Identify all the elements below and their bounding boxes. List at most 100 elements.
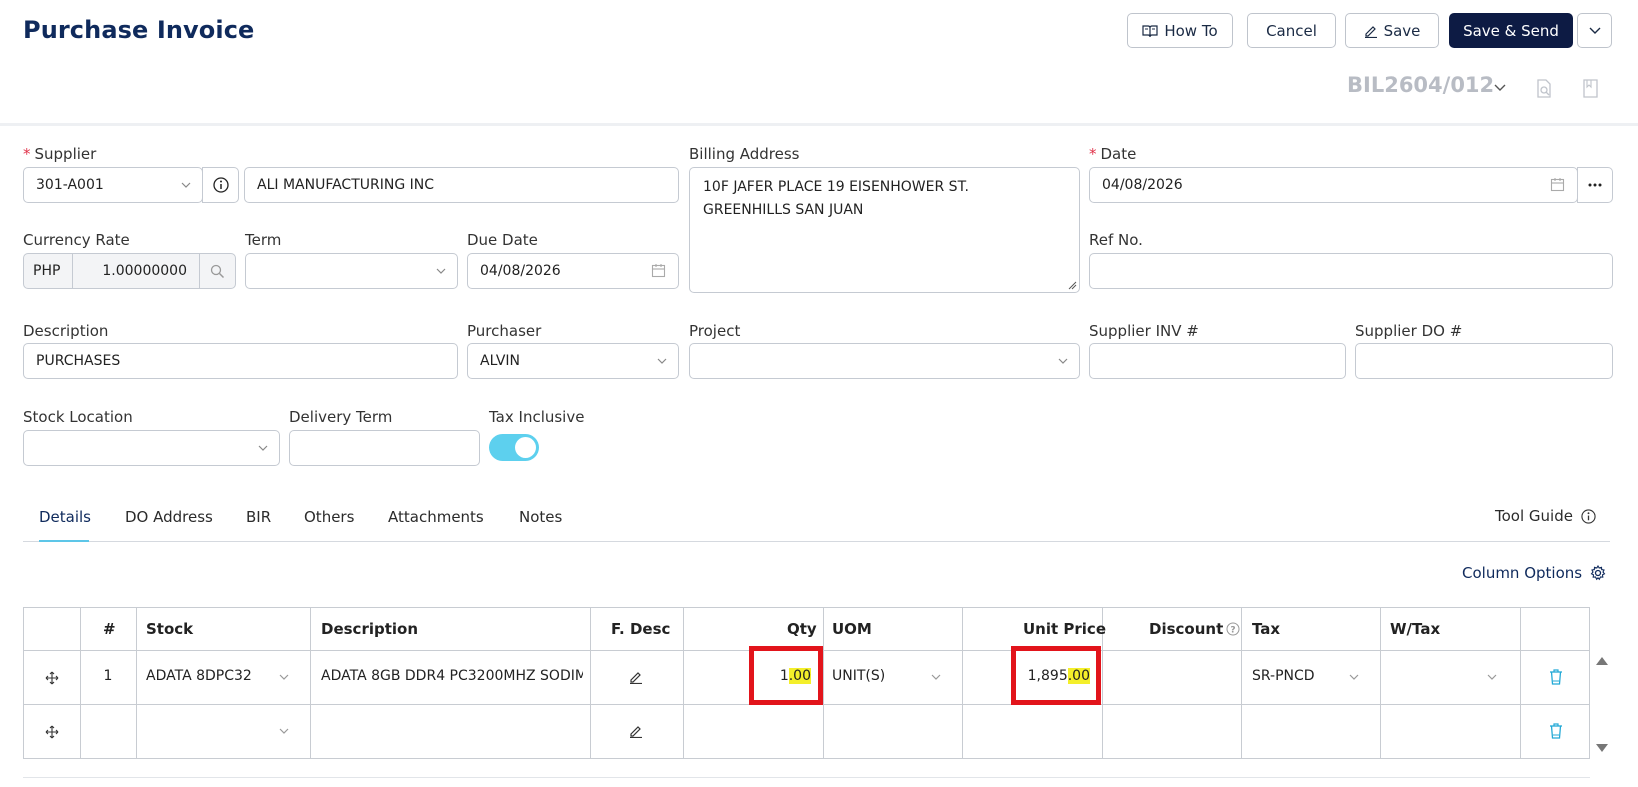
row1-wtax-select[interactable] — [1381, 651, 1520, 704]
chevron-down-icon — [181, 182, 191, 188]
stock-location-label: Stock Location — [23, 408, 133, 426]
tab-bar: Details DO Address BIR Others Attachment… — [23, 500, 1610, 542]
billing-address-label: Billing Address — [689, 145, 800, 163]
tab-notes[interactable]: Notes — [519, 508, 562, 526]
scroll-up-icon[interactable] — [1595, 656, 1609, 666]
chevron-down-icon — [1058, 358, 1068, 364]
term-label: Term — [245, 231, 282, 249]
book-icon — [1142, 24, 1158, 37]
gear-icon — [1590, 565, 1606, 581]
tab-details[interactable]: Details — [39, 508, 91, 526]
term-select[interactable] — [245, 253, 458, 289]
billing-address-line1: 10F JAFER PLACE 19 EISENHOWER ST. — [703, 179, 969, 195]
column-options-button[interactable]: Column Options — [1462, 564, 1606, 582]
scroll-down-icon[interactable] — [1595, 743, 1609, 753]
pencil-icon[interactable] — [629, 724, 643, 738]
stock-location-select[interactable] — [23, 430, 280, 466]
date-label-text: Date — [1100, 145, 1137, 163]
resize-handle-icon[interactable] — [1067, 280, 1077, 290]
currency-rate-input[interactable]: 1.00000000 — [72, 253, 200, 289]
header-unit-price: Unit Price — [1023, 620, 1106, 638]
how-to-button[interactable]: How To — [1127, 13, 1233, 48]
supplier-code-select[interactable]: 301-A001 — [23, 167, 203, 203]
date-value: 04/08/2026 — [1102, 177, 1183, 193]
ellipsis-icon — [1588, 183, 1602, 187]
purchaser-label: Purchaser — [467, 322, 542, 340]
purchaser-value: ALVIN — [480, 353, 521, 369]
description-input[interactable]: PURCHASES — [23, 343, 458, 379]
row1-tax-select[interactable]: SR-PNCD — [1242, 651, 1380, 704]
tab-attachments[interactable]: Attachments — [388, 508, 484, 526]
tab-others[interactable]: Others — [304, 508, 354, 526]
currency-rate-search-button[interactable] — [199, 253, 236, 289]
save-and-send-button[interactable]: Save & Send — [1449, 13, 1573, 48]
tool-guide-link[interactable]: Tool Guide — [1495, 507, 1596, 525]
tab-bir[interactable]: BIR — [246, 508, 271, 526]
due-date-input[interactable]: 04/08/2026 — [467, 253, 679, 289]
calendar-icon[interactable] — [1550, 177, 1565, 192]
pencil-icon[interactable] — [629, 670, 643, 684]
info-icon — [212, 177, 229, 193]
chevron-down-icon — [657, 358, 667, 364]
cancel-button[interactable]: Cancel — [1247, 13, 1336, 48]
drag-handle-icon[interactable] — [45, 671, 59, 685]
qty-highlight-box — [749, 646, 823, 705]
date-input[interactable]: 04/08/2026 — [1089, 167, 1578, 203]
row1-stock-select[interactable]: ADATA 8DPC32 — [136, 651, 310, 704]
row1-description[interactable]: ADATA 8GB DDR4 PC3200MHZ SODIMM — [321, 668, 583, 684]
due-date-label: Due Date — [467, 231, 538, 249]
save-button[interactable]: Save — [1345, 13, 1439, 48]
billing-address-textarea[interactable]: 10F JAFER PLACE 19 EISENHOWER ST. GREENH… — [689, 167, 1080, 293]
active-tab-indicator — [39, 540, 89, 542]
project-select[interactable] — [689, 343, 1080, 379]
row2-stock-select[interactable] — [136, 705, 310, 758]
required-star: * — [23, 145, 31, 163]
due-date-value: 04/08/2026 — [480, 263, 561, 279]
row1-uom-select[interactable]: UNIT(S) — [824, 651, 962, 704]
currency-code-value: PHP — [33, 263, 61, 279]
drag-handle-icon[interactable] — [45, 725, 59, 739]
description-value: PURCHASES — [36, 353, 121, 369]
date-more-button[interactable] — [1577, 167, 1613, 203]
col-divider — [590, 608, 591, 758]
document-preview-icon[interactable] — [1536, 79, 1553, 98]
delivery-term-input[interactable] — [289, 430, 480, 466]
supplier-label-text: Supplier — [34, 145, 97, 163]
chevron-down-icon — [279, 674, 289, 680]
trash-icon[interactable] — [1549, 723, 1563, 739]
trash-icon[interactable] — [1549, 669, 1563, 685]
header-description: Description — [321, 620, 419, 638]
delivery-term-label: Delivery Term — [289, 408, 393, 426]
doc-number-chevron-down-icon[interactable] — [1494, 84, 1506, 92]
row1-uom-value: UNIT(S) — [832, 668, 886, 684]
help-icon[interactable]: ? — [1226, 622, 1240, 636]
supplier-info-button[interactable] — [202, 167, 239, 203]
svg-text:?: ? — [1231, 626, 1236, 636]
tax-inclusive-toggle[interactable] — [489, 434, 539, 461]
required-star: * — [1089, 145, 1097, 163]
more-actions-button[interactable] — [1577, 13, 1612, 48]
page-title: Purchase Invoice — [23, 16, 255, 44]
tax-inclusive-label: Tax Inclusive — [489, 408, 585, 426]
how-to-label: How To — [1164, 21, 1218, 40]
ref-no-input[interactable] — [1089, 253, 1613, 289]
purchaser-select[interactable]: ALVIN — [467, 343, 679, 379]
column-options-label: Column Options — [1462, 564, 1583, 582]
save-and-send-label: Save & Send — [1463, 21, 1559, 40]
description-label: Description — [23, 322, 109, 340]
tab-do-address[interactable]: DO Address — [125, 508, 213, 526]
supplier-name-input[interactable]: ALI MANUFACTURING INC — [244, 167, 679, 203]
col-divider — [310, 608, 311, 758]
header-num: # — [103, 620, 116, 638]
supplier-do-input[interactable] — [1355, 343, 1613, 379]
supplier-name-value: ALI MANUFACTURING INC — [257, 177, 435, 193]
unit-price-highlight-box — [1011, 646, 1101, 705]
supplier-code-value: 301-A001 — [36, 177, 104, 193]
currency-code-field: PHP — [23, 253, 73, 289]
currency-rate-value: 1.00000000 — [102, 263, 187, 279]
bookmark-icon[interactable] — [1583, 79, 1598, 98]
calendar-icon[interactable] — [651, 263, 666, 278]
supplier-do-label: Supplier DO # — [1355, 322, 1463, 340]
supplier-inv-input[interactable] — [1089, 343, 1346, 379]
date-label: * Date — [1089, 145, 1136, 163]
